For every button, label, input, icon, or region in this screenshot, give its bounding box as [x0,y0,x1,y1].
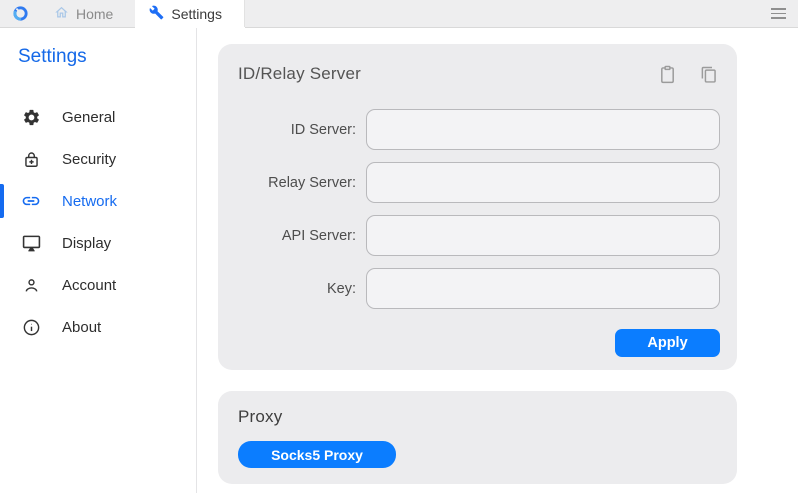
key-input[interactable] [366,268,720,309]
tab-home[interactable]: Home [40,0,135,27]
person-icon [21,275,41,295]
id-server-label: ID Server: [238,122,366,138]
monitor-icon [21,233,41,253]
id-server-input[interactable] [366,109,720,150]
wrench-icon [149,5,164,23]
sidebar-item-label: Network [62,193,117,210]
sidebar-nav: General Security [0,96,196,348]
copy-icon [698,64,719,85]
sidebar-item-label: Display [62,235,111,252]
relay-server-label: Relay Server: [238,175,366,191]
sidebar-title: Settings [0,38,196,68]
paste-icon [657,64,678,85]
sidebar-item-network[interactable]: Network [0,180,196,222]
sidebar-item-security[interactable]: Security [0,138,196,180]
app-logo-icon [0,0,40,27]
proxy-card-title: Proxy [238,407,717,427]
relay-server-input[interactable] [366,162,720,203]
sidebar-item-label: About [62,319,101,336]
sidebar-item-display[interactable]: Display [0,222,196,264]
tab-settings-label: Settings [171,6,222,22]
card-title: ID/Relay Server [238,64,361,84]
tab-settings[interactable]: Settings [135,0,245,27]
gear-icon [21,107,41,127]
paste-button[interactable] [655,62,679,86]
info-icon [21,317,41,337]
server-form: ID Server: Relay Server: API Server: Key… [238,109,720,309]
sidebar-item-general[interactable]: General [0,96,196,138]
form-row: API Server: [238,215,720,256]
socks5-proxy-button[interactable]: Socks5 Proxy [238,441,396,468]
lock-plus-icon [21,149,41,169]
form-row: Key: [238,268,720,309]
network-settings-panel: ID/Relay Server [197,28,798,493]
sidebar-item-account[interactable]: Account [0,264,196,306]
sidebar-item-about[interactable]: About [0,306,196,348]
home-icon [54,5,69,23]
settings-sidebar: Settings General [0,28,197,493]
api-server-input[interactable] [366,215,720,256]
link-icon [21,191,41,211]
tab-home-label: Home [76,6,113,22]
sidebar-item-label: Account [62,277,116,294]
hamburger-icon [771,8,786,19]
copy-button[interactable] [696,62,720,86]
api-server-label: API Server: [238,228,366,244]
form-row: ID Server: [238,109,720,150]
apply-button[interactable]: Apply [615,329,720,357]
titlebar: Home Settings [0,0,798,28]
sidebar-item-label: General [62,109,115,126]
hamburger-menu-button[interactable] [758,0,798,27]
titlebar-spacer [245,0,758,27]
rustdesk-settings-window: Home Settings Settings [0,0,798,493]
key-label: Key: [238,281,366,297]
id-relay-server-card: ID/Relay Server [218,44,737,370]
form-row: Relay Server: [238,162,720,203]
proxy-card: Proxy Socks5 Proxy [218,391,737,484]
sidebar-item-label: Security [62,151,116,168]
